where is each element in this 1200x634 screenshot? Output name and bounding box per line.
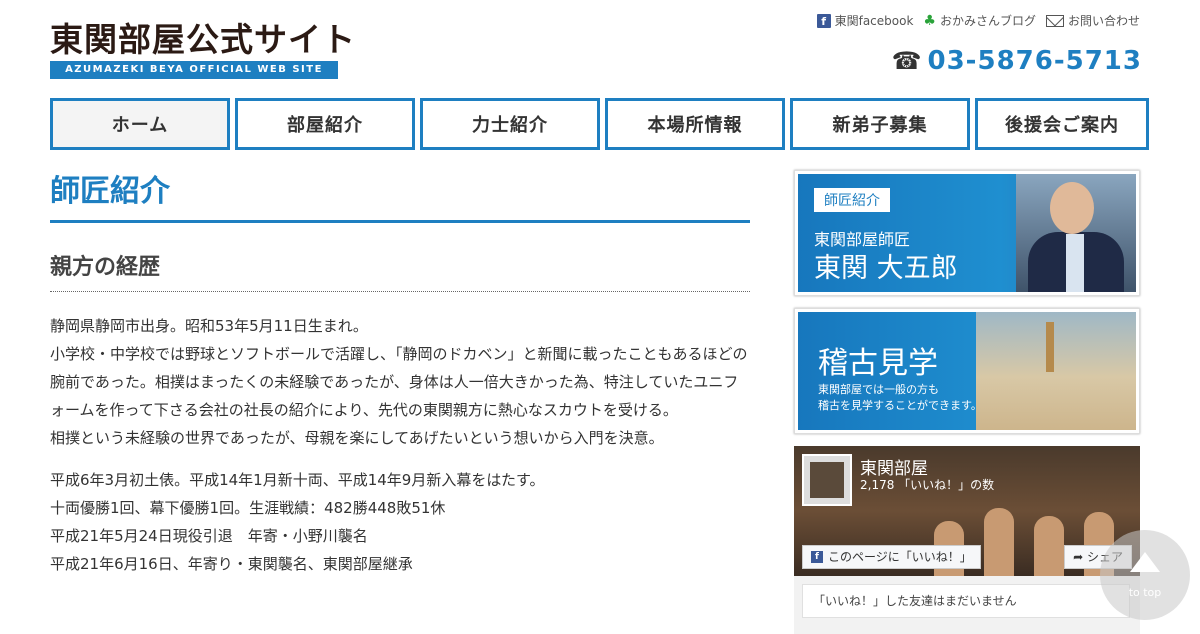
facebook-link[interactable]: f 東関facebook (816, 12, 914, 29)
phone-number: 03-5876-5713 (927, 46, 1142, 76)
nav-recruit[interactable]: 新弟子募集 (790, 98, 970, 150)
dohyo-post (1046, 322, 1054, 372)
master-banner-image: 師匠紹介 東関部屋師匠 東関 大五郎 (798, 174, 1136, 292)
practice-banner-text: 東関部屋では一般の方も 稽古を見学することができます。 (818, 382, 982, 414)
facebook-like-count: 2,178 「いいね！」の数 (860, 478, 995, 492)
dohyo-image (976, 312, 1136, 430)
bio-line: 相撲という未経験の世界であったが、母親を楽にしてあげたいという想いから入門を決意… (50, 429, 664, 447)
nav-honbasho[interactable]: 本場所情報 (605, 98, 785, 150)
facebook-friends-text: 「いいね！」した友達はまだいません (802, 584, 1130, 618)
master-intro-banner[interactable]: 師匠紹介 東関部屋師匠 東関 大五郎 (794, 170, 1140, 296)
facebook-page-avatar[interactable] (802, 454, 852, 506)
avatar-image (810, 462, 844, 498)
career-line: 平成21年6月16日、年寄り・東関襲名、東関部屋継承 (50, 555, 413, 573)
career-line: 平成6年3月初土俵。平成14年1月新十両、平成14年9月新入幕をはたす。 (50, 471, 545, 489)
top-links: f 東関facebook ♣ おかみさんブログ お問い合わせ (816, 12, 1140, 29)
bio-line: 小学校・中学校では野球とソフトボールで活躍し、「静岡のドカベン」と新聞に載ったこ… (50, 345, 748, 419)
contact-link-label: お問い合わせ (1067, 14, 1140, 28)
nav-heya[interactable]: 部屋紹介 (235, 98, 415, 150)
nav-supporters[interactable]: 後援会ご案内 (975, 98, 1149, 150)
arrow-up-icon (1130, 552, 1160, 572)
contact-link[interactable]: お問い合わせ (1045, 12, 1140, 29)
banner-name: 東関 大五郎 (814, 253, 958, 284)
wrestler-figure (984, 508, 1014, 576)
phone-icon: ☎ (891, 47, 922, 75)
page-title: 師匠紹介 (50, 170, 750, 223)
career-line: 十両優勝1回、幕下優勝1回。生涯戦績：482勝448敗51休 (50, 499, 446, 517)
main-content: 師匠紹介 親方の経歴 静岡県静岡市出身。昭和53年5月11日生まれ。 小学校・中… (50, 170, 750, 578)
practice-banner-image: 稽古見学 東関部屋では一般の方も 稽古を見学することができます。 (798, 312, 1136, 430)
mail-icon (1045, 14, 1064, 27)
logo-subtitle: AZUMAZEKI BEYA OFFICIAL WEB SITE (50, 61, 338, 79)
section-title: 親方の経歴 (50, 249, 750, 292)
career-line: 平成21年5月24日現役引退 年寄・小野川襲名 (50, 527, 368, 545)
practice-banner-line: 東関部屋では一般の方も (818, 383, 939, 396)
biography-paragraph-1: 静岡県静岡市出身。昭和53年5月11日生まれ。 小学校・中学校では野球とソフトボ… (50, 312, 750, 452)
practice-visit-banner[interactable]: 稽古見学 東関部屋では一般の方も 稽古を見学することができます。 (794, 308, 1140, 434)
share-icon: ➦ (1073, 550, 1084, 564)
blog-link[interactable]: ♣ おかみさんブログ (923, 12, 1036, 29)
bio-line: 静岡県静岡市出身。昭和53年5月11日生まれ。 (50, 317, 368, 335)
master-portrait (1016, 174, 1136, 292)
portrait-head (1050, 182, 1094, 234)
facebook-page-widget: 東関部屋 2,178 「いいね！」の数 f このページに「いいね！」 ➦ シェア… (794, 446, 1140, 634)
to-top-button[interactable]: to top (1100, 530, 1190, 620)
wrestler-figure (1034, 516, 1064, 576)
portrait-shirt (1066, 234, 1084, 292)
leaf-icon: ♣ (923, 12, 936, 29)
site-header: 東関部屋公式サイト AZUMAZEKI BEYA OFFICIAL WEB SI… (0, 0, 1200, 90)
practice-banner-line: 稽古を見学することができます。 (818, 399, 982, 412)
logo-title: 東関部屋公式サイト (50, 20, 356, 59)
facebook-link-label: 東関facebook (834, 14, 914, 28)
to-top-label: to top (1128, 586, 1162, 599)
sidebar: 師匠紹介 東関部屋師匠 東関 大五郎 稽古見学 東関部屋では一般の方も 稽古を見… (794, 170, 1140, 634)
nav-rikishi[interactable]: 力士紹介 (420, 98, 600, 150)
banner-tag: 師匠紹介 (814, 188, 890, 212)
site-logo[interactable]: 東関部屋公式サイト AZUMAZEKI BEYA OFFICIAL WEB SI… (50, 20, 356, 79)
facebook-icon: f (816, 13, 831, 28)
like-button-label: このページに「いいね！」 (828, 550, 972, 564)
nav-home[interactable]: ホーム (50, 98, 230, 150)
blog-link-label: おかみさんブログ (939, 14, 1036, 28)
facebook-like-button[interactable]: f このページに「いいね！」 (802, 545, 981, 569)
phone-contact: ☎ 03-5876-5713 (892, 46, 1142, 76)
practice-banner-title: 稽古見学 (818, 346, 938, 381)
facebook-icon: f (811, 551, 823, 563)
global-nav: ホーム 部屋紹介 力士紹介 本場所情報 新弟子募集 後援会ご案内 (50, 98, 1149, 150)
facebook-cover-photo[interactable]: 東関部屋 2,178 「いいね！」の数 f このページに「いいね！」 ➦ シェア (794, 446, 1140, 576)
biography-paragraph-2: 平成6年3月初土俵。平成14年1月新十両、平成14年9月新入幕をはたす。 十両優… (50, 466, 750, 578)
